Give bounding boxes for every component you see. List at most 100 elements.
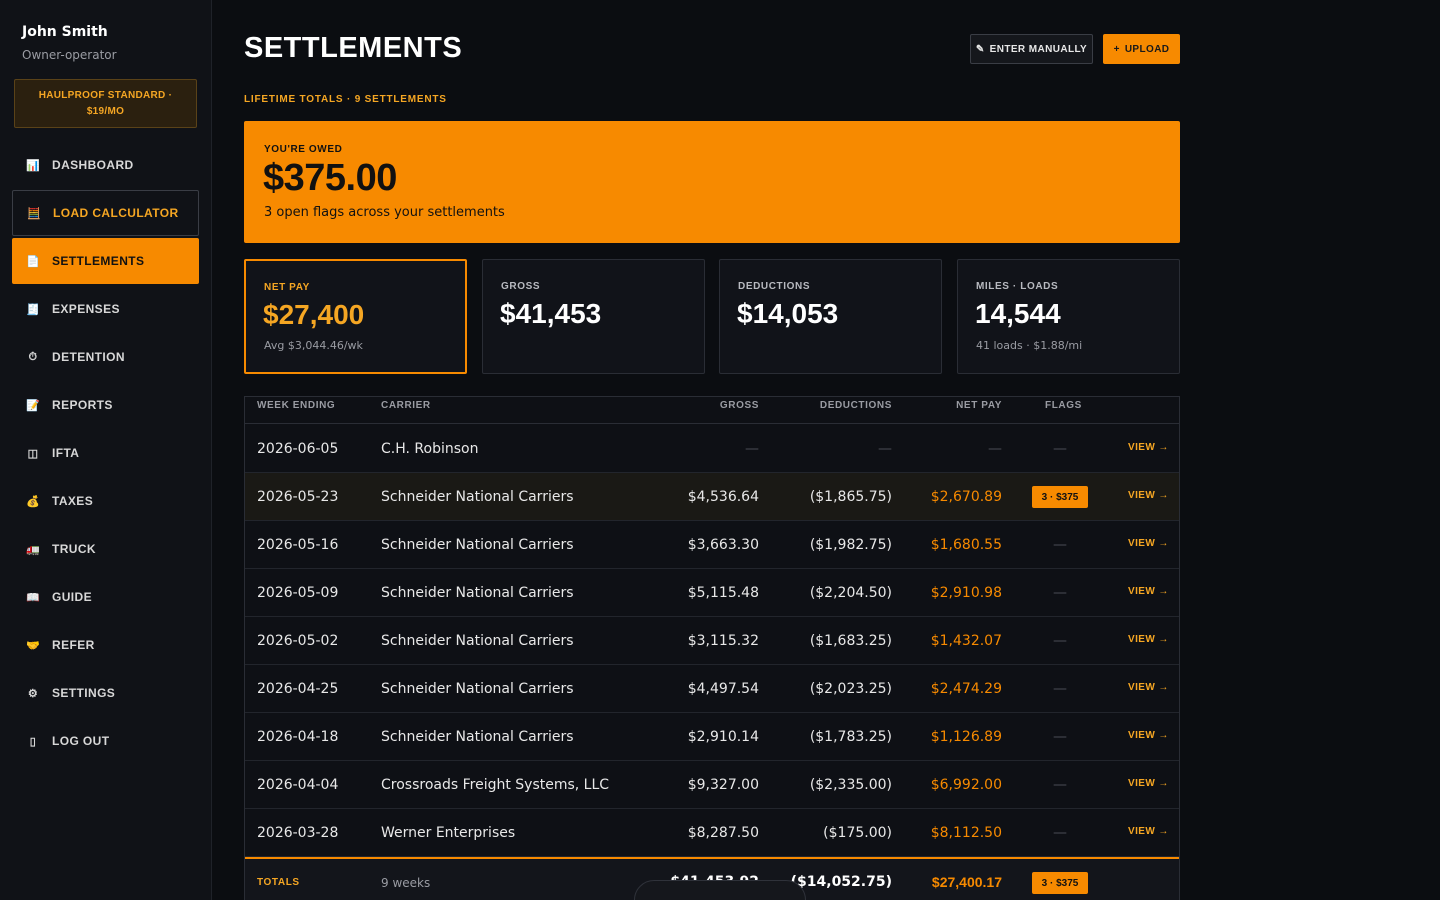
totals-label: TOTALS — [257, 877, 300, 888]
table-row[interactable]: 2026-05-16 Schneider National Carriers $3,… — [245, 521, 1179, 569]
table-row[interactable]: 2026-03-28 Werner Enterprises $8,287.50 ($1… — [245, 809, 1179, 857]
cell-net-pay: $6,992.00 — [930, 777, 1002, 793]
totals-weeks: 9 weeks — [381, 876, 431, 890]
owed-banner: YOU'RE OWED $375.00 3 open flags across … — [244, 121, 1180, 243]
cell-net-pay: $8,112.50 — [930, 825, 1002, 841]
cell-gross: $9,327.00 — [687, 777, 759, 793]
stopwatch-icon: ⏱ — [28, 350, 38, 363]
upload-button[interactable]: + UPLOAD — [1103, 34, 1180, 64]
cell-deductions: ($1,683.25) — [809, 633, 892, 649]
cell-flags: — — [1053, 633, 1067, 649]
cell-carrier: Crossroads Freight Systems, LLC — [381, 777, 610, 793]
sidebar-item-guide[interactable]: 📖 GUIDE — [12, 574, 199, 620]
view-link[interactable]: VIEW → — [1128, 442, 1169, 453]
sidebar-item-label: SETTLEMENTS — [52, 254, 145, 268]
cell-net-pay: — — [988, 441, 1002, 457]
floating-toolbar[interactable] — [634, 880, 806, 900]
sidebar-item-label: GUIDE — [52, 590, 93, 604]
sidebar-item-refer[interactable]: 🤝 REFER — [12, 622, 199, 668]
header-carrier[interactable]: CARRIER — [381, 400, 431, 411]
table-row[interactable]: 2026-04-04 Crossroads Freight Systems, LL… — [245, 761, 1179, 809]
sidebar-item-label: LOG OUT — [52, 734, 110, 748]
cell-week-ending: 2026-04-25 — [257, 681, 339, 697]
cell-week-ending: 2026-05-16 — [257, 537, 339, 553]
cell-carrier: Schneider National Carriers — [381, 585, 574, 601]
document-icon: 📄 — [25, 255, 41, 268]
plus-icon: + — [1113, 43, 1120, 55]
cell-carrier: C.H. Robinson — [381, 441, 479, 457]
stat-label: MILES · LOADS — [976, 281, 1059, 292]
header-week-ending[interactable]: WEEK ENDING — [257, 400, 335, 411]
user-role: Owner-operator — [22, 48, 117, 62]
plan-badge[interactable]: HAULPROOF STANDARD · $19/MO — [14, 79, 197, 128]
stat-card-miles-loads: MILES · LOADS 14,544 41 loads · $1.88/mi — [957, 259, 1180, 374]
logout-icon: ▯ — [29, 735, 37, 748]
sidebar-item-label: REPORTS — [52, 398, 113, 412]
cell-carrier: Schneider National Carriers — [381, 489, 574, 505]
cell-carrier: Werner Enterprises — [381, 825, 516, 841]
sidebar-item-detention[interactable]: ⏱ DETENTION — [12, 334, 199, 380]
cell-flags: — — [1053, 537, 1067, 553]
cell-net-pay: $1,432.07 — [930, 633, 1002, 649]
header-deductions[interactable]: DEDUCTIONS — [820, 400, 892, 411]
table-row[interactable]: 2026-04-25 Schneider National Carriers $4,… — [245, 665, 1179, 713]
header-net-pay[interactable]: NET PAY — [956, 400, 1002, 411]
totals-flag-badge[interactable]: 3 · $375 — [1032, 872, 1088, 894]
cell-gross: $4,536.64 — [687, 489, 759, 505]
sidebar-item-label: REFER — [52, 638, 95, 652]
cell-carrier: Schneider National Carriers — [381, 633, 574, 649]
cell-deductions: ($2,204.50) — [809, 585, 892, 601]
cell-net-pay: $2,670.89 — [930, 489, 1002, 505]
cell-carrier: Schneider National Carriers — [381, 681, 574, 697]
sidebar-item-settlements[interactable]: 📄 SETTLEMENTS — [12, 238, 199, 284]
cell-gross: $5,115.48 — [687, 585, 759, 601]
cell-net-pay: $1,126.89 — [930, 729, 1002, 745]
view-link[interactable]: VIEW → — [1128, 586, 1169, 597]
receipt-icon: 🧾 — [25, 303, 41, 316]
table-row[interactable]: 2026-05-09 Schneider National Carriers $5,… — [245, 569, 1179, 617]
lifetime-totals-label: LIFETIME TOTALS · 9 SETTLEMENTS — [244, 94, 447, 105]
stat-value: $27,400 — [263, 299, 365, 330]
enter-manually-button[interactable]: ✎ ENTER MANUALLY — [970, 34, 1093, 64]
totals-net-pay: $27,400.17 — [931, 874, 1002, 890]
stat-value: $41,453 — [500, 298, 602, 329]
sidebar-item-settings[interactable]: ⚙ SETTINGS — [12, 670, 199, 716]
table-row[interactable]: 2026-04-18 Schneider National Carriers $2,… — [245, 713, 1179, 761]
view-link[interactable]: VIEW → — [1128, 634, 1169, 645]
view-link[interactable]: VIEW → — [1128, 682, 1169, 693]
totals-deductions: ($14,052.75) — [790, 874, 892, 890]
settlements-table: WEEK ENDING CARRIER GROSS DEDUCTIONS NET… — [244, 396, 1180, 900]
view-link[interactable]: VIEW → — [1128, 826, 1169, 837]
cell-deductions: ($1,783.25) — [809, 729, 892, 745]
book-icon: 📖 — [25, 591, 41, 604]
sidebar-item-label: DETENTION — [52, 350, 125, 364]
table-row[interactable]: 2026-05-23 Schneider National Carriers $4,… — [245, 473, 1179, 521]
sidebar-item-ifta[interactable]: ◫ IFTA — [12, 430, 199, 476]
sidebar-item-load-calculator[interactable]: 🧮 LOAD CALCULATOR — [12, 190, 199, 236]
view-link[interactable]: VIEW → — [1128, 538, 1169, 549]
cell-net-pay: $2,910.98 — [930, 585, 1002, 601]
handshake-icon: 🤝 — [25, 639, 41, 652]
view-link[interactable]: VIEW → — [1128, 490, 1169, 501]
sidebar-item-taxes[interactable]: 💰 TAXES — [12, 478, 199, 524]
sidebar-item-reports[interactable]: 📝 REPORTS — [12, 382, 199, 428]
sidebar-item-truck[interactable]: 🚛 TRUCK — [12, 526, 199, 572]
cell-gross: $8,287.50 — [687, 825, 759, 841]
cell-flags: — — [1053, 681, 1067, 697]
cell-week-ending: 2026-05-09 — [257, 585, 339, 601]
sidebar-item-log-out[interactable]: ▯ LOG OUT — [12, 718, 199, 764]
cell-deductions: — — [878, 441, 892, 457]
flag-badge[interactable]: 3 · $375 — [1032, 486, 1088, 508]
cell-carrier: Schneider National Carriers — [381, 537, 574, 553]
view-link[interactable]: VIEW → — [1128, 730, 1169, 741]
view-link[interactable]: VIEW → — [1128, 778, 1169, 789]
header-gross[interactable]: GROSS — [720, 400, 759, 411]
sidebar-item-expenses[interactable]: 🧾 EXPENSES — [12, 286, 199, 332]
table-row[interactable]: 2026-06-05 C.H. Robinson — — — — VIEW → — [245, 425, 1179, 473]
sidebar-item-dashboard[interactable]: 📊 DASHBOARD — [12, 142, 199, 188]
truck-icon: 🚛 — [25, 543, 41, 556]
stat-label: GROSS — [501, 281, 541, 292]
cell-flags: — — [1053, 729, 1067, 745]
table-header: WEEK ENDING CARRIER GROSS DEDUCTIONS NET… — [245, 397, 1179, 424]
table-row[interactable]: 2026-05-02 Schneider National Carriers $3,… — [245, 617, 1179, 665]
